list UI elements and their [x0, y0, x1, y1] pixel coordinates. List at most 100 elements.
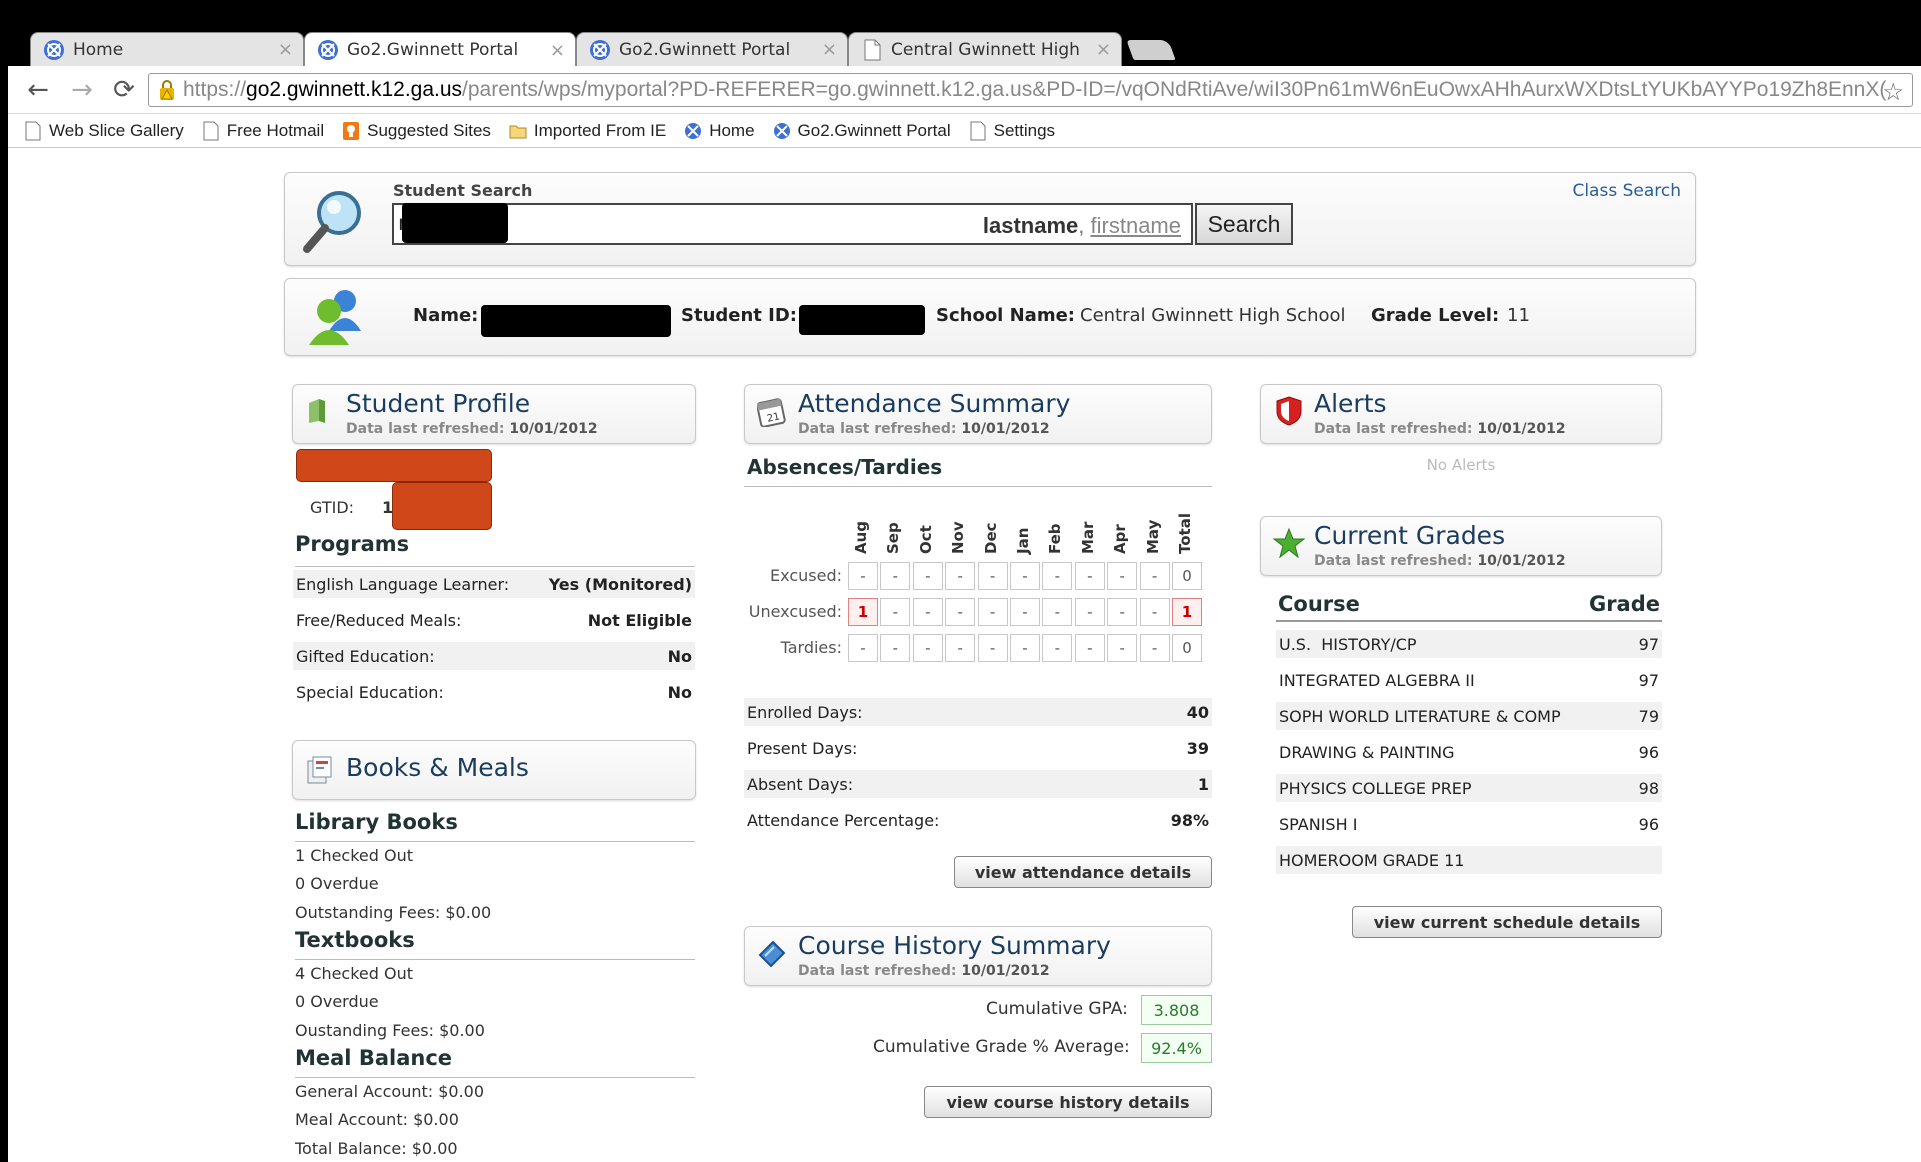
attendance-cell: -	[977, 562, 1008, 590]
tab-home[interactable]: Home ×	[30, 32, 304, 66]
tab-title: Home	[73, 39, 124, 60]
month-label: May	[1143, 519, 1162, 554]
class-search-link[interactable]: Class Search	[1572, 181, 1681, 201]
program-label: Special Education:	[296, 682, 444, 702]
no-alerts-text: No Alerts	[1426, 456, 1496, 474]
course-grade: 98	[1638, 778, 1659, 798]
attendance-cell: -	[1074, 634, 1105, 662]
bookmark-settings[interactable]: Settings	[969, 121, 1055, 141]
attendance-summary-header: 21 Attendance Summary Data last refreshe…	[744, 384, 1212, 444]
attendance-row-label: Unexcused:	[748, 602, 842, 621]
divider	[295, 841, 695, 842]
alerts-refreshed: Data last refreshed: 10/01/2012	[1314, 421, 1566, 437]
globe-icon	[44, 39, 64, 60]
attendance-cell: -	[880, 562, 911, 590]
address-bar[interactable]: https://go2.gwinnett.k12.ga.us/parents/w…	[148, 73, 1913, 107]
attendance-cell: -	[945, 562, 976, 590]
course-history-icon	[758, 940, 786, 968]
close-icon[interactable]: ×	[1096, 39, 1111, 60]
alerts-title: Alerts	[1314, 389, 1387, 418]
attendance-cell: 1	[1172, 598, 1202, 626]
star-icon[interactable]: ☆	[1882, 78, 1904, 106]
tab-central-gwinnett[interactable]: Central Gwinnett High ×	[848, 32, 1122, 66]
grade-row[interactable]: HOMEROOM GRADE 11	[1276, 846, 1662, 874]
hint-lastname: lastname	[982, 213, 1079, 238]
school-name-value: Central Gwinnett High School	[1080, 305, 1346, 326]
bookmark-label: Go2.Gwinnett Portal	[797, 120, 951, 140]
forward-button[interactable]: →	[66, 74, 98, 106]
view-attendance-details-button[interactable]: view attendance details	[954, 856, 1212, 888]
month-label: Nov	[949, 521, 968, 554]
view-course-history-details-button[interactable]: view course history details	[924, 1086, 1212, 1118]
calendar-icon: 21	[757, 398, 786, 427]
refreshed-label: Data last refreshed:	[798, 421, 957, 437]
grade-row[interactable]: U.S. HISTORY/CP 97	[1276, 630, 1662, 658]
library-books-title: Library Books	[295, 810, 458, 834]
url-path: /parents/wps/myportal?PD-REFERER=go.gwin…	[462, 78, 1887, 101]
stat-value: 40	[1186, 702, 1209, 722]
attendance-cell: -	[1010, 598, 1040, 626]
meal-item: General Account: $0.00	[295, 1082, 485, 1101]
course-history-refreshed: Data last refreshed: 10/01/2012	[798, 963, 1050, 979]
portal-page: Student Search r lastname, firstname Sea…	[8, 148, 1921, 1162]
attendance-cell: -	[1107, 598, 1138, 626]
program-row: Free/Reduced Meals: Not Eligible	[293, 606, 695, 634]
month-header: Dec	[978, 502, 1008, 556]
month-header: Total	[1172, 502, 1202, 556]
library-item: 0 Overdue	[295, 874, 379, 893]
course-name: HOMEROOM GRADE 11	[1279, 850, 1465, 870]
course-history-header: Course History Summary Data last refresh…	[744, 926, 1212, 986]
grade-column-header: Grade	[1588, 592, 1660, 616]
refreshed-label: Data last refreshed:	[346, 421, 505, 437]
attendance-cell: -	[1107, 634, 1138, 662]
tab-go2-portal[interactable]: Go2.Gwinnett Portal ×	[576, 32, 848, 66]
student-search-label: Student Search	[393, 181, 533, 200]
attendance-cell: -	[912, 562, 943, 590]
divider	[295, 959, 695, 960]
grade-row[interactable]: DRAWING & PAINTING 96	[1276, 738, 1662, 766]
cumulative-gpa-label: Cumulative GPA:	[986, 999, 1128, 1019]
attendance-row-label: Excused:	[770, 566, 842, 585]
bookmark-web-slice-gallery[interactable]: Web Slice Gallery	[24, 121, 184, 141]
student-search-input[interactable]: r lastname, firstname	[392, 203, 1193, 245]
browser-toolbar: ← → ⟳ https://go2.gwinnett.k12.ga.us/par…	[8, 66, 1921, 114]
back-button[interactable]: ←	[22, 74, 54, 106]
bookmark-free-hotmail[interactable]: Free Hotmail	[202, 121, 324, 141]
reload-button[interactable]: ⟳	[108, 74, 140, 106]
program-label: English Language Learner:	[296, 574, 510, 594]
view-current-schedule-details-button[interactable]: view current schedule details	[1352, 906, 1662, 938]
program-row: English Language Learner: Yes (Monitored)	[293, 570, 695, 598]
star-icon	[1273, 527, 1305, 559]
attendance-cell: 1	[848, 598, 878, 626]
bookmark-home[interactable]: Home	[684, 121, 755, 141]
tab-go2-portal-active[interactable]: Go2.Gwinnett Portal ×	[304, 32, 576, 67]
bookmark-suggested-sites[interactable]: Suggested Sites	[342, 121, 491, 141]
bookmark-label: Imported From IE	[533, 120, 667, 140]
bookmark-label: Web Slice Gallery	[49, 120, 184, 140]
browser-window: Home × Go2.Gwinnett Portal × Go2.Gwinnet…	[0, 0, 1921, 1162]
page-icon	[203, 121, 219, 140]
grade-row[interactable]: INTEGRATED ALGEBRA II 97	[1276, 666, 1662, 694]
close-icon[interactable]: ×	[822, 39, 837, 60]
bookmark-imported-from-ie[interactable]: Imported From IE	[509, 121, 666, 141]
student-search-panel: Student Search r lastname, firstname Sea…	[284, 172, 1696, 266]
attendance-cell: -	[1074, 562, 1105, 590]
close-icon[interactable]: ×	[278, 39, 293, 60]
close-icon[interactable]: ×	[550, 40, 565, 61]
attendance-cell: -	[977, 598, 1008, 626]
month-label: Mar	[1078, 521, 1097, 554]
month-header: Feb	[1042, 502, 1072, 556]
attendance-cell: -	[1139, 634, 1170, 662]
refreshed-date: 10/01/2012	[961, 421, 1050, 437]
new-tab-button[interactable]	[1126, 40, 1176, 60]
grade-row[interactable]: SOPH WORLD LITERATURE & COMP 79	[1276, 702, 1662, 730]
grade-row[interactable]: PHYSICS COLLEGE PREP 98	[1276, 774, 1662, 802]
course-grade: 79	[1638, 706, 1659, 726]
library-item: Outstanding Fees: $0.00	[295, 903, 492, 922]
student-profile-header: Student Profile Data last refreshed: 10/…	[292, 384, 696, 444]
student-info-bar: Name: Student ID: School Name: Central G…	[284, 278, 1696, 356]
grades-refreshed: Data last refreshed: 10/01/2012	[1314, 553, 1566, 569]
search-button[interactable]: Search	[1195, 203, 1293, 245]
bookmark-go2-portal[interactable]: Go2.Gwinnett Portal	[773, 121, 951, 141]
grade-row[interactable]: SPANISH I 96	[1276, 810, 1662, 838]
